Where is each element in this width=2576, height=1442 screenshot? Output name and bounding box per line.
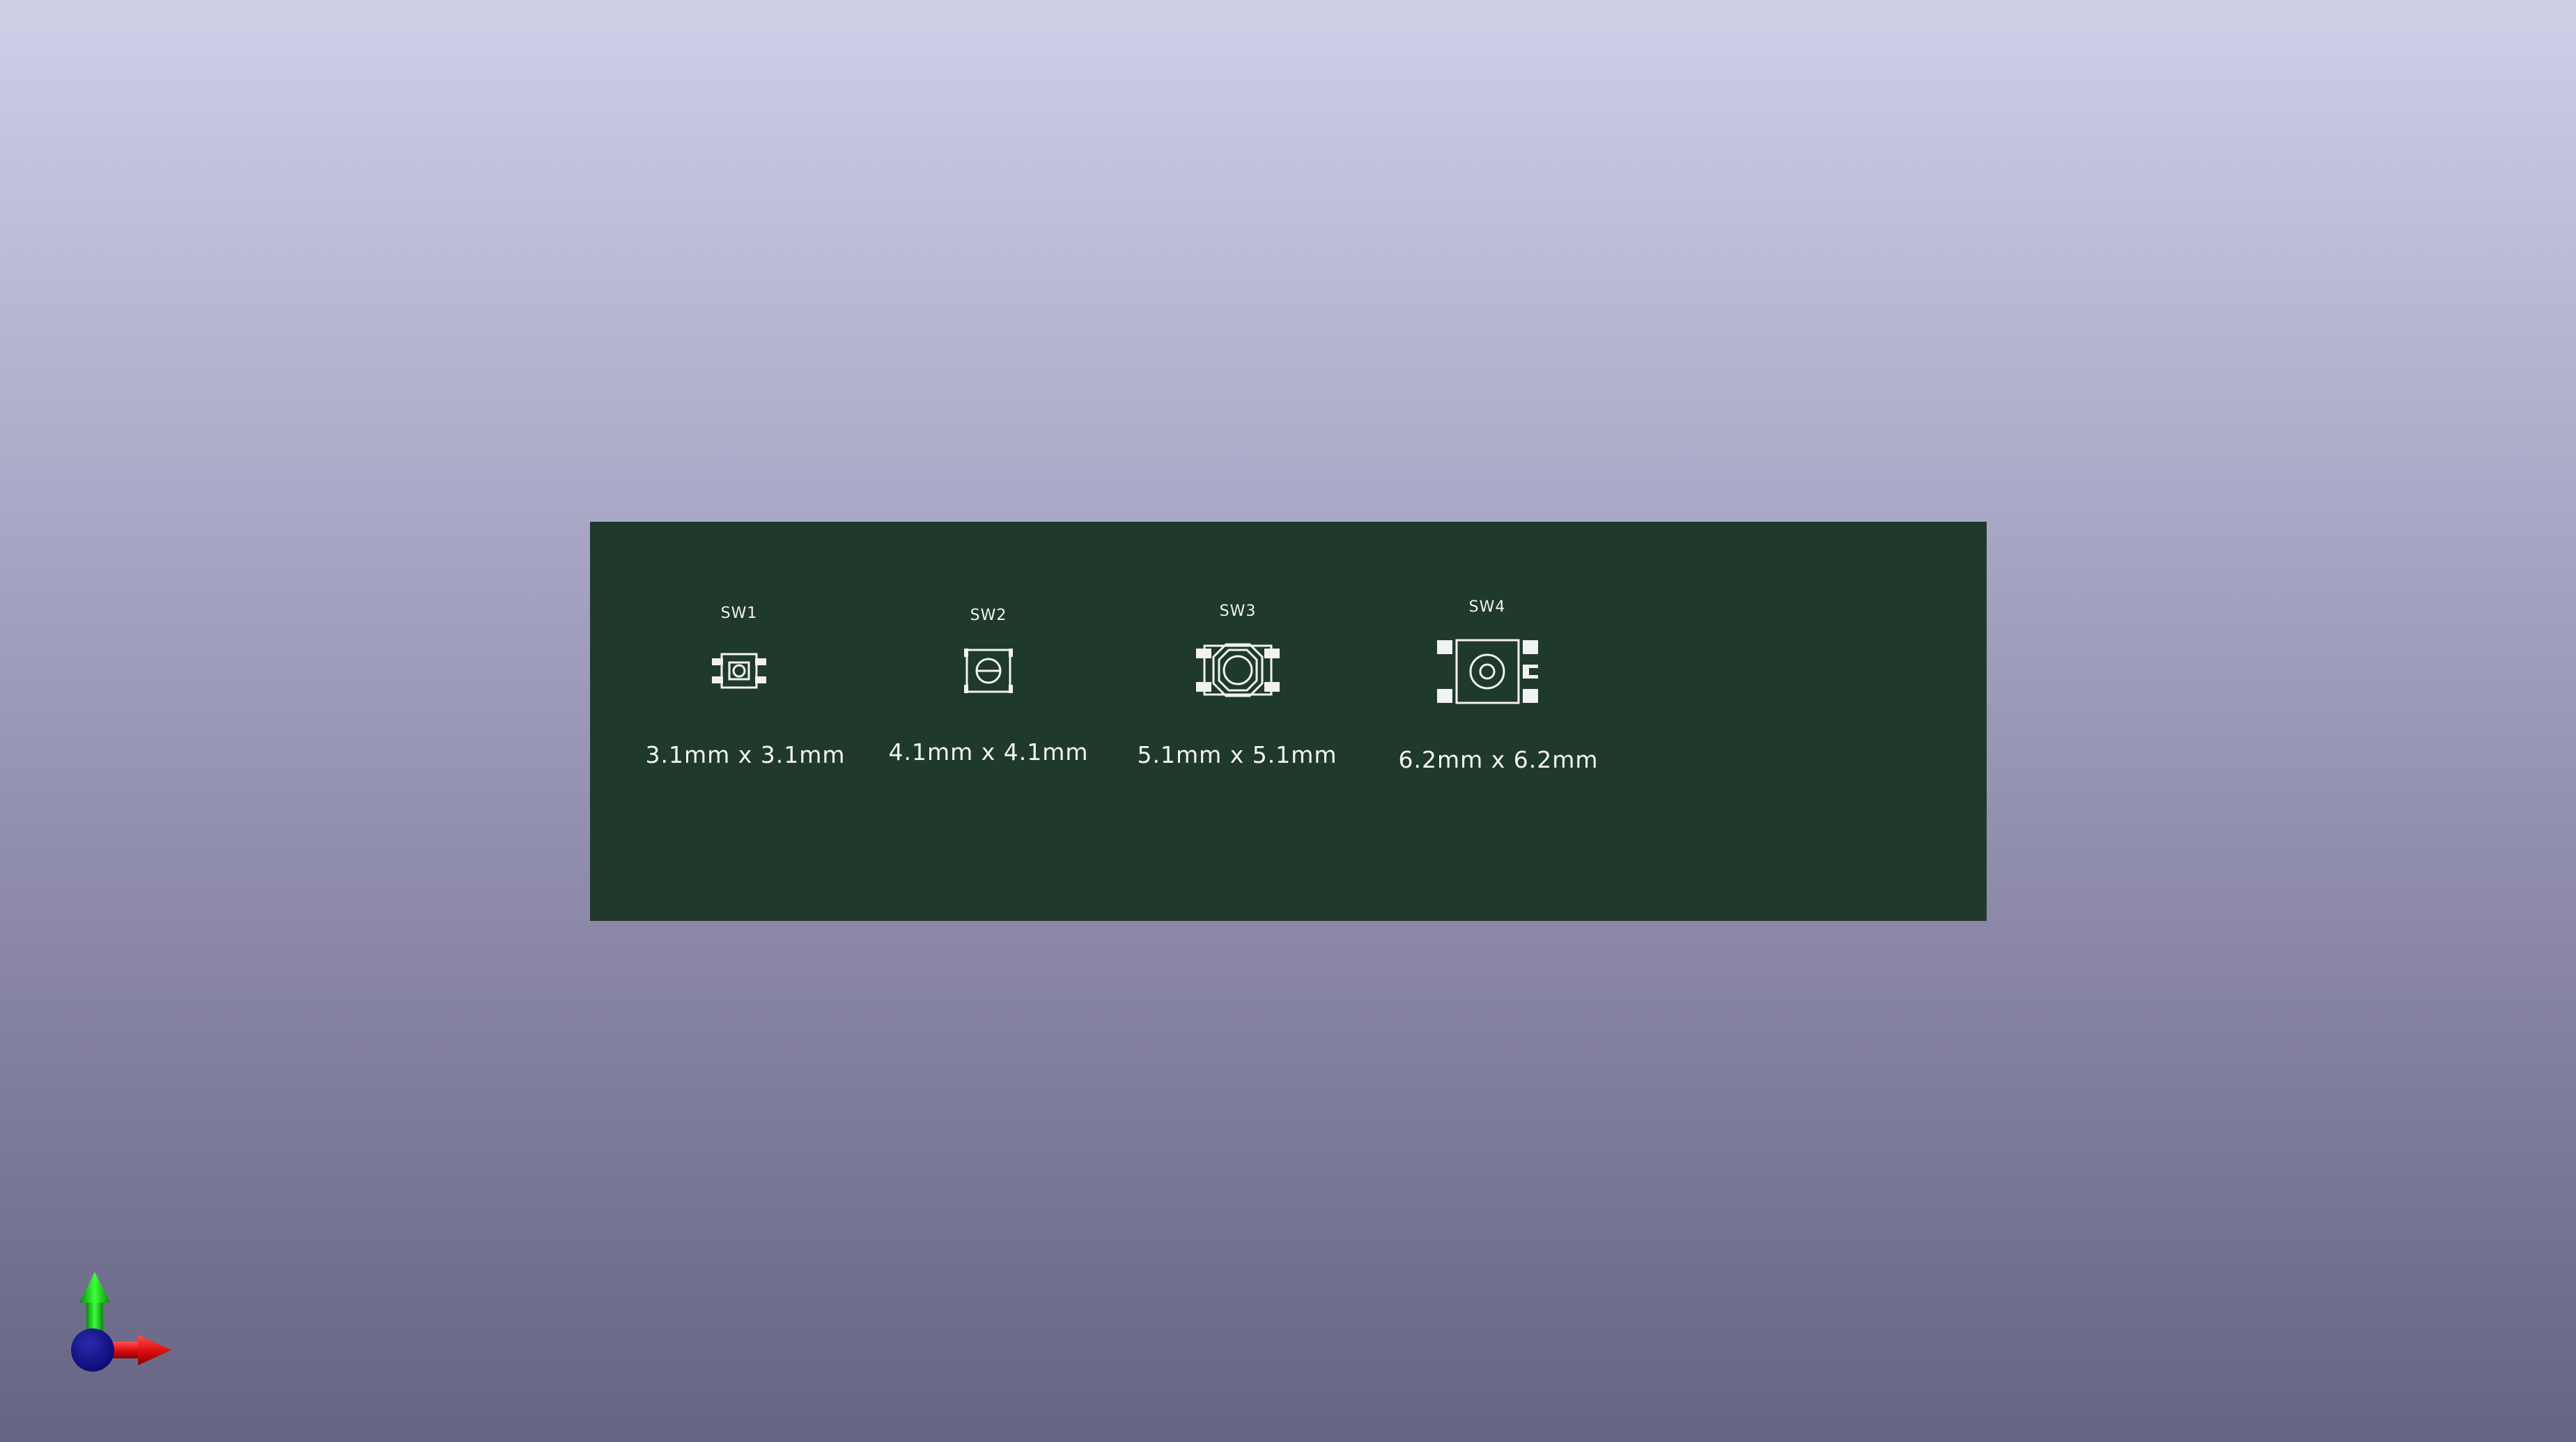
3d-viewport[interactable]: SW1 3.1mm x 3.1mm SW2 4.1mm x 4.1mm SW3 — [0, 0, 2576, 1442]
sw2-size-label: 4.1mm x 4.1mm — [888, 738, 1089, 766]
sw3-footprint[interactable] — [1196, 642, 1280, 699]
sw1-size-label: 3.1mm x 3.1mm — [645, 741, 846, 768]
sw1-footprint[interactable] — [712, 649, 766, 693]
sw4-footprint[interactable] — [1437, 637, 1538, 706]
sw2-reference: SW2 — [970, 607, 1007, 624]
sw3-reference: SW3 — [1219, 603, 1257, 620]
xyz-axes-icon — [71, 1272, 171, 1372]
sw2-footprint[interactable] — [964, 647, 1013, 695]
sw1-reference: SW1 — [720, 605, 758, 622]
pcb-board[interactable]: SW1 3.1mm x 3.1mm SW2 4.1mm x 4.1mm SW3 — [590, 522, 1987, 921]
sw4-reference: SW4 — [1468, 598, 1506, 616]
sw4-size-label: 6.2mm x 6.2mm — [1398, 746, 1599, 773]
sw3-size-label: 5.1mm x 5.1mm — [1137, 741, 1337, 768]
